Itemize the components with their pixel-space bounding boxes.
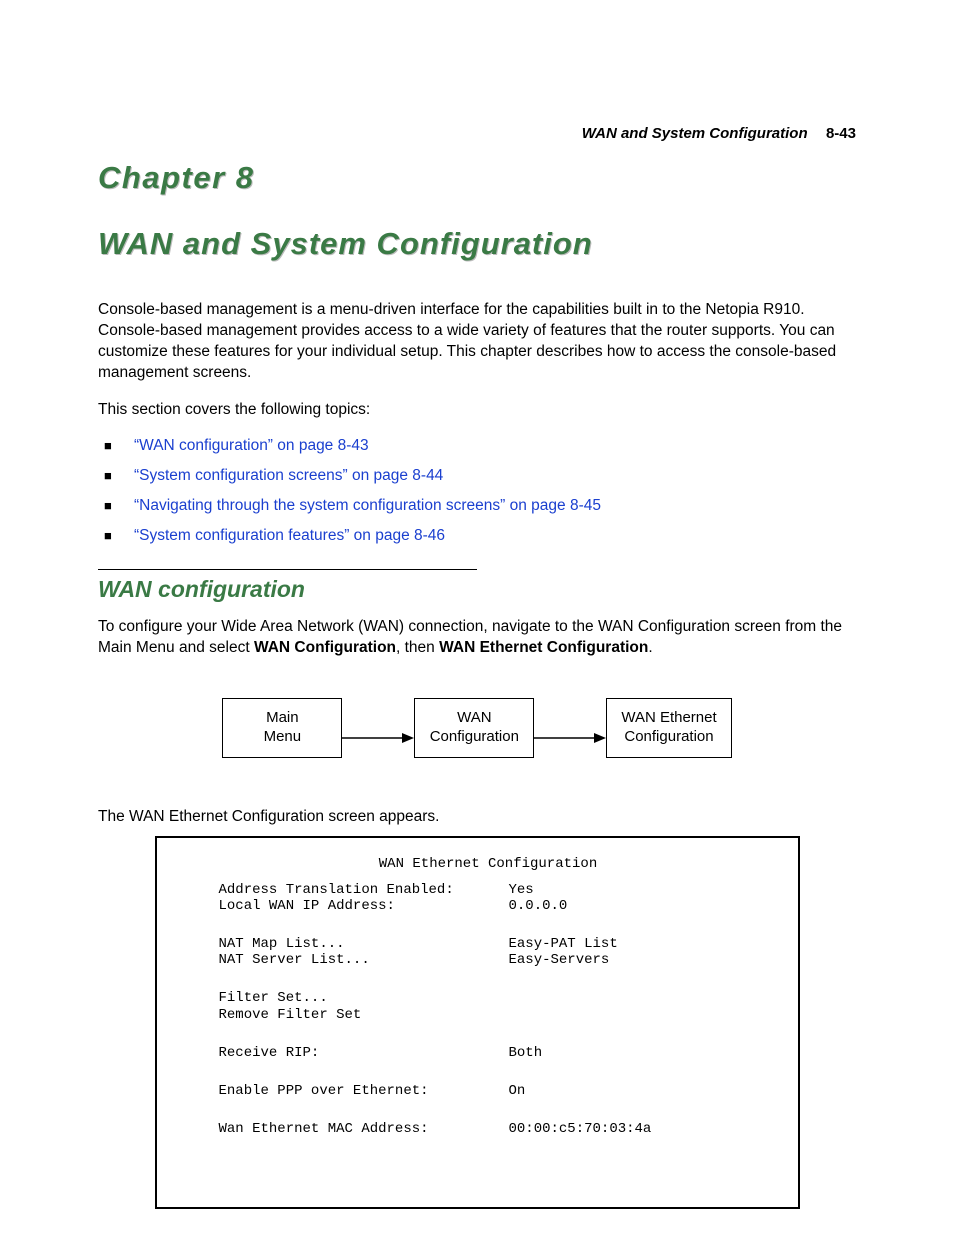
nav-box-line: Menu (264, 728, 302, 745)
term-value: 0.0.0.0 (509, 898, 568, 914)
term-value: Both (509, 1045, 543, 1061)
topic-link[interactable]: “System configuration screens” on page 8… (134, 467, 443, 484)
term-value: Easy-Servers (509, 952, 610, 968)
running-header: WAN and System Configuration 8-43 (582, 125, 856, 142)
bold-text: WAN Ethernet Configuration (439, 639, 648, 656)
nav-box-line: Configuration (624, 728, 713, 745)
term-value: Easy-PAT List (509, 936, 618, 952)
term-label: Local WAN IP Address: (219, 898, 509, 914)
list-item: “System configuration screens” on page 8… (98, 467, 856, 485)
nav-box-line: Main (266, 709, 299, 726)
topic-link[interactable]: “System configuration features” on page … (134, 527, 445, 544)
term-value: On (509, 1083, 526, 1099)
term-label: NAT Server List... (219, 952, 509, 968)
section-heading: WAN configuration (98, 576, 856, 603)
arrow-icon (342, 728, 414, 729)
body-text: . (648, 639, 652, 656)
topic-link[interactable]: “WAN configuration” on page 8-43 (134, 437, 369, 454)
section-rule (98, 569, 477, 570)
topics-list: “WAN configuration” on page 8-43 “System… (98, 437, 856, 545)
list-item: “System configuration features” on page … (98, 527, 856, 545)
term-label: NAT Map List... (219, 936, 509, 952)
terminal-screen: WAN Ethernet Configuration Address Trans… (155, 836, 800, 1209)
term-label: Address Translation Enabled: (219, 882, 509, 898)
page-number: 8-43 (826, 125, 856, 142)
topics-lead: This section covers the following topics… (98, 400, 856, 421)
navigation-diagram: Main Menu WAN Configuration WAN Ethernet… (98, 698, 856, 758)
terminal-title: WAN Ethernet Configuration (219, 856, 758, 872)
intro-paragraph: Console-based management is a menu-drive… (98, 300, 856, 384)
term-label: Receive RIP: (219, 1045, 509, 1061)
arrow-icon (534, 728, 606, 729)
nav-box-main-menu: Main Menu (222, 698, 342, 758)
chapter-label: Chapter 8 (98, 160, 856, 196)
running-title: WAN and System Configuration (582, 125, 808, 142)
term-value: 00:00:c5:70:03:4a (509, 1121, 652, 1137)
nav-box-line: WAN Ethernet (621, 709, 716, 726)
chapter-title: WAN and System Configuration (98, 226, 856, 262)
topic-link[interactable]: “Navigating through the system configura… (134, 497, 601, 514)
bold-text: WAN Configuration (254, 639, 396, 656)
nav-box-line: Configuration (430, 728, 519, 745)
list-item: “WAN configuration” on page 8-43 (98, 437, 856, 455)
nav-box-wan-ethernet: WAN Ethernet Configuration (606, 698, 731, 758)
term-label: Remove Filter Set (219, 1007, 509, 1023)
terminal-caption: The WAN Ethernet Configuration screen ap… (98, 808, 856, 826)
term-label: Wan Ethernet MAC Address: (219, 1121, 509, 1137)
term-value: Yes (509, 882, 534, 898)
list-item: “Navigating through the system configura… (98, 497, 856, 515)
term-label: Filter Set... (219, 990, 509, 1006)
nav-box-line: WAN (457, 709, 491, 726)
nav-box-wan-config: WAN Configuration (414, 698, 534, 758)
section-body: To configure your Wide Area Network (WAN… (98, 617, 856, 659)
term-label: Enable PPP over Ethernet: (219, 1083, 509, 1099)
body-text: , then (396, 639, 439, 656)
